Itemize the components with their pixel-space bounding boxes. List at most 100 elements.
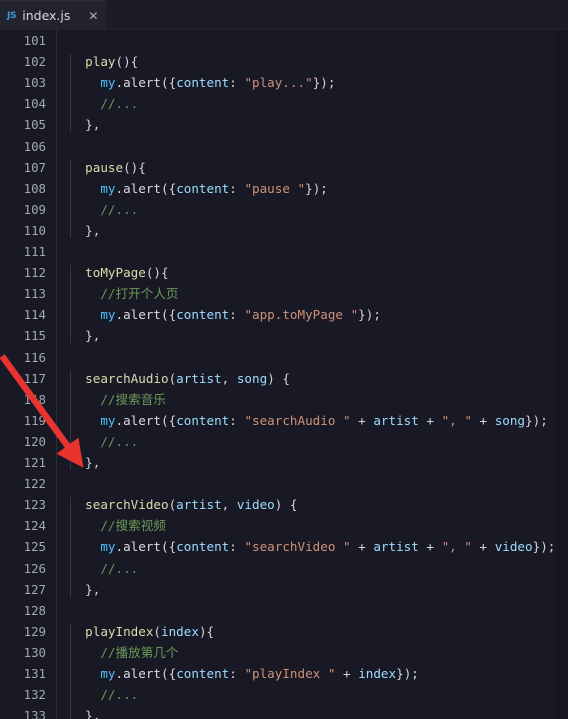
code-token: }); (358, 307, 381, 323)
code-line[interactable]: 125 my.alert({content: "searchVideo " + … (0, 536, 568, 557)
code-token: ({ (161, 539, 177, 555)
minimap-strip[interactable] (556, 30, 568, 719)
code-line[interactable]: 117 searchAudio(artist, song) { (0, 368, 568, 389)
code-token: "app.toMyPage " (244, 307, 359, 323)
line-number: 118 (23, 391, 46, 407)
code-line[interactable]: 105 }, (0, 114, 568, 135)
code-line[interactable]: 112 toMyPage(){ (0, 262, 568, 283)
line-content: playIndex(index){ (70, 621, 214, 642)
code-line[interactable]: 104 //... (0, 93, 568, 114)
code-token: + (471, 412, 495, 428)
code-line[interactable]: 113 //打开个人页 (0, 283, 568, 304)
code-line[interactable]: 115 }, (0, 325, 568, 346)
code-token: }, (85, 581, 101, 597)
code-token: pause (85, 159, 124, 175)
line-number: 125 (23, 539, 46, 555)
code-line[interactable]: 107 pause(){ (0, 157, 568, 178)
line-content: toMyPage(){ (70, 262, 168, 283)
code-line[interactable]: 101 (0, 30, 568, 51)
line-content: //... (70, 684, 138, 705)
code-token: //播放第几个 (100, 644, 179, 660)
code-line[interactable]: 120 //... (0, 431, 568, 452)
editor-tab-bar: JS index.js ✕ (0, 0, 568, 30)
line-content: searchAudio(artist, song) { (70, 368, 290, 389)
code-token: searchVideo (85, 497, 169, 513)
code-line[interactable]: 121 }, (0, 452, 568, 473)
code-line[interactable]: 103 my.alert({content: "play..."}); (0, 72, 568, 93)
code-token: }, (85, 222, 101, 238)
tab-label: index.js (22, 8, 71, 23)
code-token: + (471, 539, 495, 555)
code-token: my (100, 539, 116, 555)
code-line[interactable]: 133 }, (0, 705, 568, 719)
code-line[interactable]: 109 //... (0, 199, 568, 220)
code-line[interactable]: 123 searchVideo(artist, video) { (0, 494, 568, 515)
code-token: + (335, 666, 359, 681)
code-line[interactable]: 127 }, (0, 579, 568, 600)
line-number: 112 (23, 265, 46, 281)
line-content: //... (70, 431, 138, 452)
code-line[interactable]: 126 //... (0, 558, 568, 579)
code-line[interactable]: 116 (0, 347, 568, 368)
code-line[interactable]: 108 my.alert({content: "pause "}); (0, 178, 568, 199)
code-token: searchAudio (85, 370, 169, 386)
code-token: //打开个人页 (100, 286, 179, 302)
code-token: : (229, 666, 245, 681)
code-line[interactable]: 124 //搜索视频 (0, 515, 568, 536)
line-number: 109 (23, 201, 46, 217)
code-token: content (176, 412, 230, 428)
code-token: ({ (161, 412, 177, 428)
code-line[interactable]: 119 my.alert({content: "searchAudio " + … (0, 410, 568, 431)
code-line[interactable]: 129 playIndex(index){ (0, 621, 568, 642)
line-number: 108 (23, 180, 46, 196)
code-line[interactable]: 110 }, (0, 220, 568, 241)
line-number: 102 (23, 54, 46, 70)
code-token: (){ (123, 159, 146, 175)
line-number: 128 (23, 602, 46, 618)
code-line[interactable]: 130 //播放第几个 (0, 642, 568, 663)
code-line[interactable]: 111 (0, 241, 568, 262)
code-token: }, (85, 117, 101, 133)
line-content: play(){ (70, 51, 138, 72)
code-line[interactable]: 114 my.alert({content: "app.toMyPage "})… (0, 304, 568, 325)
code-token: : (229, 412, 245, 428)
line-content: }, (70, 325, 100, 346)
code-line[interactable]: 122 (0, 473, 568, 494)
code-line[interactable]: 106 (0, 136, 568, 157)
code-token: artist (373, 539, 419, 555)
code-token: , (221, 370, 237, 386)
code-line[interactable]: 131 my.alert({content: "playIndex " + in… (0, 663, 568, 684)
tab-bar-empty-area (106, 0, 568, 30)
code-token: video (494, 539, 533, 555)
code-editor-area[interactable]: 101 102 play(){103 my.alert({content: "pl… (0, 30, 568, 719)
code-token: "playIndex " (244, 666, 336, 681)
code-line[interactable]: 132 //... (0, 684, 568, 705)
code-line[interactable]: 128 (0, 600, 568, 621)
code-token: my (100, 75, 116, 91)
code-line[interactable]: 118 //搜索音乐 (0, 389, 568, 410)
line-number: 106 (23, 138, 46, 154)
code-token: ({ (161, 75, 177, 91)
line-number: 111 (23, 244, 46, 259)
code-token: //... (100, 433, 139, 449)
line-content: my.alert({content: "searchVideo " + arti… (70, 536, 555, 557)
code-token: .alert (115, 412, 162, 428)
code-token: ({ (161, 307, 177, 323)
code-token: }); (305, 180, 328, 196)
close-icon[interactable]: ✕ (88, 10, 98, 22)
code-line[interactable]: 102 play(){ (0, 51, 568, 72)
tab-index-js[interactable]: JS index.js ✕ (0, 0, 107, 30)
line-number: 123 (23, 497, 46, 513)
